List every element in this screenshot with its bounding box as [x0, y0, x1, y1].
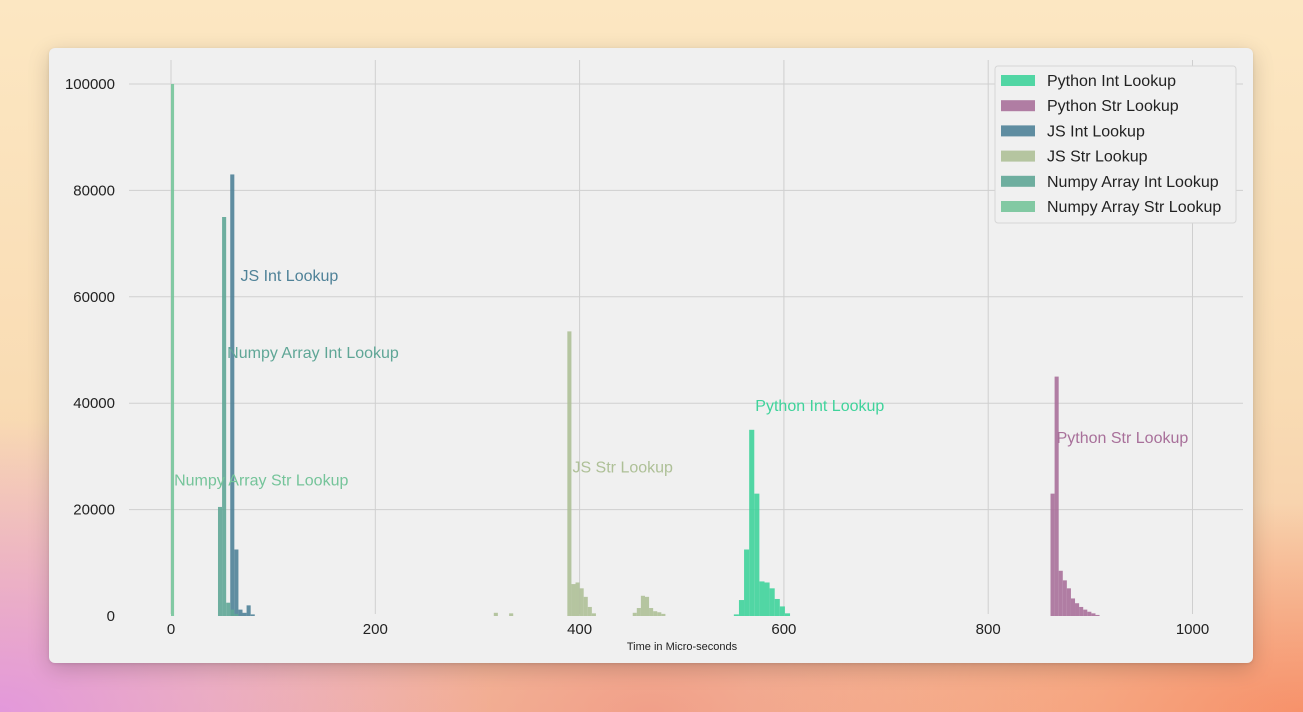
histogram-bar [571, 584, 576, 616]
histogram-bar [1062, 580, 1067, 616]
histogram-bar [779, 606, 785, 616]
histogram-bar [222, 217, 227, 616]
histogram-bar [171, 84, 175, 616]
histogram-bar [749, 429, 755, 616]
histogram-bar [644, 596, 650, 616]
histogram-bar [234, 613, 239, 616]
series-label: Numpy Array Int Lookup [227, 345, 399, 362]
histogram-bar [636, 608, 641, 616]
histogram-bar [230, 174, 235, 616]
legend-entry: Python Str Lookup [1047, 98, 1179, 115]
x-tick-label: 600 [771, 621, 796, 638]
series-label: JS Str Lookup [572, 459, 673, 476]
histogram-bar [764, 582, 770, 616]
x-tick-label: 1000 [1176, 621, 1209, 638]
x-axis-label: Time in Micro-seconds [627, 641, 738, 653]
histogram-bar [217, 506, 223, 616]
histogram-bar [657, 612, 662, 616]
histogram-chart: Python Int Lookup Python Str Lookup JS Int… [65, 60, 1243, 653]
y-tick-label: 40000 [73, 395, 115, 412]
series-label: JS Int Lookup [240, 268, 338, 285]
histogram-bar [246, 605, 251, 616]
legend-entry: JS Int Lookup [1047, 123, 1145, 140]
y-tick-label: 60000 [73, 289, 115, 306]
legend-entry: JS Str Lookup [1047, 149, 1148, 166]
y-tick-label: 0 [107, 608, 115, 625]
histogram-bar [661, 613, 666, 616]
histogram-bar [1054, 376, 1059, 616]
histogram-bar [774, 598, 780, 616]
histogram-bar [234, 549, 239, 616]
histogram-bar [567, 331, 572, 616]
x-tick-label: 400 [567, 621, 592, 638]
x-tick-label: 200 [363, 621, 388, 638]
histogram-bar [1079, 606, 1084, 616]
histogram-bar [1070, 598, 1076, 616]
legend-entry: Python Int Lookup [1047, 73, 1176, 90]
histogram-bar [226, 602, 231, 616]
x-tick-label: 800 [976, 621, 1001, 638]
histogram-bar [242, 612, 247, 616]
histogram-bar [1075, 603, 1080, 616]
histogram-bar [250, 614, 255, 616]
histogram-bar [587, 606, 592, 616]
series-label: Numpy Array Str Lookup [174, 473, 348, 490]
histogram-bar [649, 608, 654, 616]
legend-swatch [1001, 75, 1035, 86]
histogram-bar [509, 613, 514, 616]
histogram-bar [1066, 588, 1071, 616]
series-labels: Python Int Lookup Python Str Lookup JS Int… [174, 268, 1188, 490]
histogram-bar [754, 493, 760, 616]
histogram-bar [733, 614, 739, 616]
histogram-bar [769, 588, 775, 616]
histogram-bar [1050, 493, 1055, 616]
y-tick-label: 20000 [73, 502, 115, 519]
y-tick-label: 80000 [73, 182, 115, 199]
histogram-bar [744, 549, 750, 616]
histogram-bar [784, 613, 791, 616]
legend-swatch [1001, 150, 1035, 162]
histogram-bar [1083, 609, 1088, 616]
histogram-bar [738, 600, 745, 616]
histogram-bar [1091, 613, 1096, 616]
legend-entry: Numpy Array Int Lookup [1047, 174, 1219, 191]
legend: Python Int Lookup Python Str Lookup JS Int… [994, 65, 1237, 224]
histogram-bar [579, 588, 584, 616]
legend-swatch [1001, 201, 1035, 212]
legend-swatch [1001, 175, 1035, 187]
histogram-bar [591, 613, 596, 616]
histogram-bar [640, 595, 645, 616]
x-tick-labels: 0 200 400 600 800 1000 [167, 621, 1209, 638]
legend-swatch [1001, 125, 1035, 137]
x-tick-label: 0 [167, 621, 175, 638]
chart-card: Python Int Lookup Python Str Lookup JS Int… [49, 48, 1253, 663]
histogram-bar [583, 596, 588, 616]
histogram-bar [1058, 570, 1063, 616]
histogram-bar [230, 609, 235, 616]
histogram-bar [575, 582, 580, 616]
histogram-bar [1087, 611, 1092, 616]
legend-entry: Numpy Array Str Lookup [1047, 199, 1221, 216]
histogram-bar [493, 612, 498, 616]
histogram-bar [759, 581, 765, 616]
histogram-bar [238, 609, 243, 616]
histogram-bar [1095, 614, 1100, 616]
series-label: Python Int Lookup [755, 398, 884, 415]
series-label: Python Str Lookup [1057, 430, 1189, 447]
histogram-bar [653, 611, 658, 616]
y-tick-label: 100000 [65, 76, 115, 93]
legend-swatch [1001, 100, 1035, 112]
histogram-bar [632, 612, 637, 616]
y-tick-labels: 0 20000 40000 60000 80000 100000 [65, 76, 115, 625]
